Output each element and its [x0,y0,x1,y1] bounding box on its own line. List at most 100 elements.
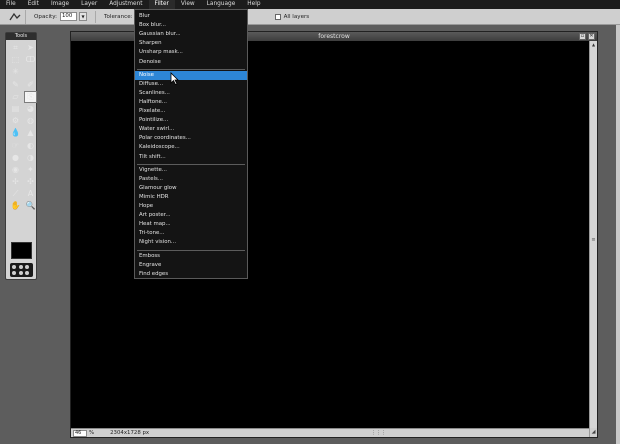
dot [25,270,30,275]
filter-menu-item[interactable]: Emboss [135,252,247,261]
brush-tool-icon[interactable]: ✐ [24,79,37,91]
filter-menu-item[interactable]: Hope [135,202,247,211]
clone-tool-icon[interactable]: ⎘ [24,90,37,103]
tools-panel: Tools ⌗ ➤ ⬚ ↀ ✳ ✎ ✐ ▱ ⎘ ▤ ◕ ⚙ ◍ 💧 ▲ ☞ ◐ ● ◑ ◉ ✦ ✢ ✣ ⟋ A ✋ 🔍 [5,32,37,280]
filter-menu-item[interactable]: Vignette... [135,166,247,175]
dodge-tool-icon[interactable]: ◐ [24,140,37,152]
filter-menu-item[interactable]: Pastels... [135,175,247,184]
menu-separator [137,163,245,165]
tool-options-bar: Opacity: 100 ▼ Tolerance: 2 All layers [0,9,620,25]
menu-bar: File Edit Image Layer Adjustment Filter View La… [0,0,620,9]
menu-separator [137,68,245,70]
filter-menu-item[interactable]: Art poster... [135,211,247,220]
filter-menu-item[interactable]: Unsharp mask... [135,48,247,57]
filter-menu-item[interactable]: Scanlines... [135,89,247,98]
tool-grid: ⌗ ➤ ⬚ ↀ ✳ ✎ ✐ ▱ ⎘ ▤ ◕ ⚙ ◍ 💧 ▲ ☞ ◐ ● ◑ ◉ ✦ ✢ ✣ ⟋ A ✋ 🔍 [6,40,37,213]
filter-menu-item[interactable]: Tri-tone... [135,229,247,238]
move-tool-icon[interactable]: ➤ [24,42,37,54]
filter-menu-item[interactable]: Gaussian blur... [135,30,247,39]
tools-panel-title: Tools [6,33,36,40]
wand-tool-icon[interactable]: ✳ [9,66,22,78]
opacity-input[interactable]: 100 [60,12,77,21]
drawing-tool-icon[interactable]: ✦ [24,164,37,176]
stamp-tool-icon[interactable]: ◑ [24,152,37,164]
filter-menu-item[interactable]: Box blur... [135,21,247,30]
menu-layer[interactable]: Layer [75,0,103,9]
sponge-tool-icon[interactable]: ◍ [24,115,37,127]
dot [12,265,16,269]
picker-tool-icon[interactable]: ⟋ [9,188,22,200]
hand-tool-icon[interactable]: ✋ [9,200,22,212]
filter-menu-item[interactable]: Denoise [135,58,247,67]
scroll-up-icon[interactable]: ▲ [590,41,597,48]
sharpen-tool-icon[interactable]: ▲ [24,127,37,139]
menu-language[interactable]: Language [201,0,242,9]
zoom-unit: % [89,430,95,436]
filter-menu-item[interactable]: Polar coordinates... [135,134,247,143]
filter-menu-item[interactable]: Glamour glow [135,184,247,193]
menu-edit[interactable]: Edit [22,0,45,9]
filter-menu-item[interactable]: Halftone... [135,98,247,107]
smudge-tool-icon[interactable]: ☞ [9,140,22,152]
current-tool-icon[interactable] [4,9,26,24]
tool-dots-panel [10,263,33,277]
scroll-grip-icon[interactable]: ≡ [591,237,596,243]
filter-menu-item[interactable]: Noise [135,70,247,80]
filter-menu-item[interactable]: Night vision... [135,238,247,247]
dot [12,270,16,275]
right-panel-edge [616,25,620,444]
filter-menu-item[interactable]: Pointilize... [135,116,247,125]
filter-menu-item[interactable]: Mimic HDR [135,193,247,202]
filter-menu-item[interactable]: Find edges [135,270,247,279]
opacity-dropdown-arrow-icon[interactable]: ▼ [79,12,87,21]
filter-dropdown-menu: Blur Box blur... Gaussian blur... Sharpen Un… [134,9,248,279]
eraser-tool-icon[interactable]: ▱ [9,91,22,103]
resize-handle-icon[interactable]: ◢ [589,428,597,437]
filter-menu-item[interactable]: Engrave [135,261,247,270]
close-icon[interactable]: ✕ [588,33,595,40]
gradient-tool-icon[interactable]: ▤ [9,103,22,115]
menu-image[interactable]: Image [45,0,75,9]
filter-menu-item[interactable]: Kaleidoscope... [135,143,247,152]
color-swatch[interactable] [11,242,32,259]
pencil-tool-icon[interactable]: ✎ [9,79,22,91]
filter-menu-item[interactable]: Diffuse... [135,80,247,89]
burn-tool-icon[interactable]: ● [9,152,22,164]
filter-menu-item[interactable]: Water swirl... [135,125,247,134]
tolerance-label: Tolerance: [104,13,133,20]
pinch-tool-icon[interactable]: ✣ [24,176,37,188]
filter-menu-item[interactable]: Sharpen [135,39,247,48]
type-tool-icon[interactable]: A [24,188,37,200]
color-replace-icon[interactable]: ⚙ [9,115,22,127]
lasso-tool-icon[interactable]: ↀ [24,54,37,66]
menu-help[interactable]: Help [241,0,266,9]
dot [18,265,23,269]
vertical-scrollbar[interactable]: ▲ ≡ [589,41,597,429]
status-bar: 46 % 2304x1728 px ⋮⋮⋮ [71,428,590,437]
bloat-tool-icon[interactable]: ✢ [9,176,22,188]
blur-tool-icon[interactable]: 💧 [9,127,22,139]
menu-filter[interactable]: Filter [148,0,175,9]
horizontal-scroll-grip-icon[interactable]: ⋮⋮⋮ [371,430,386,436]
all-layers-label: All layers [283,13,310,20]
filter-menu-item[interactable]: Blur [135,12,247,21]
all-layers-checkbox[interactable] [274,13,281,20]
filter-menu-item[interactable]: Pixelate... [135,107,247,116]
zoom-input[interactable]: 46 [73,429,87,437]
dot [25,265,30,269]
image-dimensions: 2304x1728 px [110,430,150,436]
opacity-label: Opacity: [34,13,57,20]
marquee-tool-icon[interactable]: ⬚ [9,54,22,66]
bucket-tool-icon[interactable]: ◕ [24,103,37,115]
maximize-icon[interactable]: ▫ [579,33,586,40]
zoom-tool-icon[interactable]: 🔍 [24,200,37,212]
menu-separator [137,249,245,251]
filter-menu-item[interactable]: Tilt shift... [135,153,247,162]
menu-file[interactable]: File [0,0,22,9]
mouse-cursor-icon [170,72,179,85]
crop-tool-icon[interactable]: ⌗ [9,42,22,54]
filter-menu-item[interactable]: Heat map... [135,220,247,229]
menu-view[interactable]: View [175,0,201,9]
menu-adjustment[interactable]: Adjustment [103,0,148,9]
redeye-tool-icon[interactable]: ◉ [9,164,22,176]
